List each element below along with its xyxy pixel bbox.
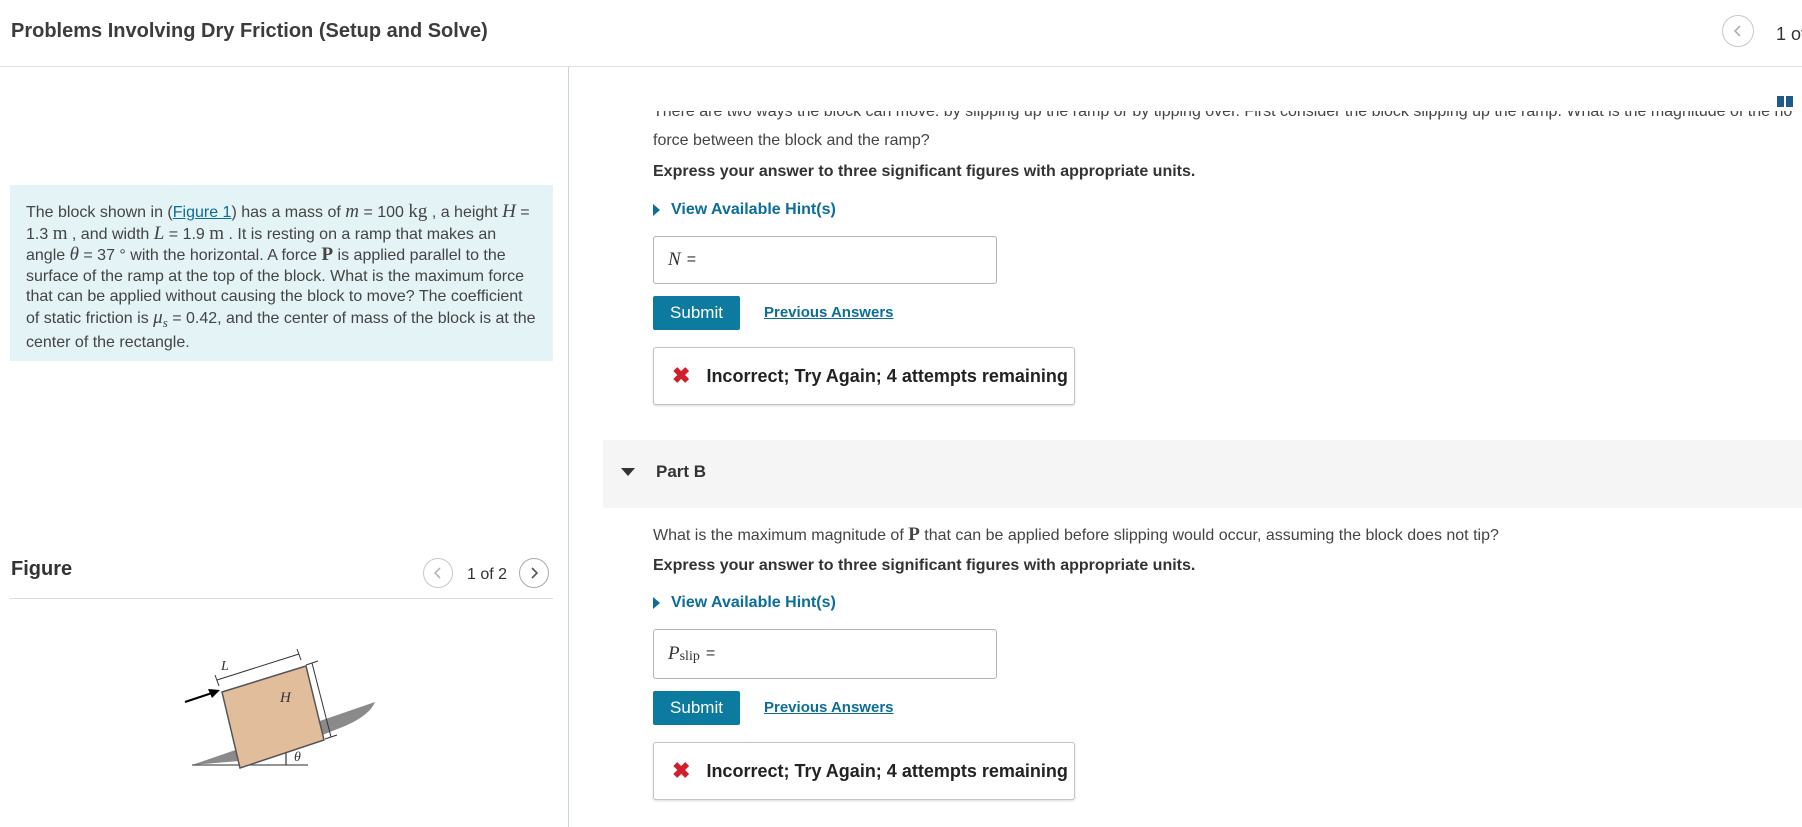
expand-triangle-icon xyxy=(653,204,660,216)
part-a-answer-input[interactable]: N = xyxy=(653,236,997,284)
problem-text: = 100 xyxy=(359,204,409,221)
input-subscript: slip xyxy=(679,649,700,664)
part-b-answer-input[interactable]: Pslip = xyxy=(653,629,997,679)
input-equals: = xyxy=(686,251,697,268)
figure-pager: 1 of 2 xyxy=(467,566,508,583)
problem-text: = 37 ° with the horizontal. A force xyxy=(78,247,322,264)
hint-label: View Available Hint(s) xyxy=(671,201,836,218)
incorrect-x-icon: ✖ xyxy=(672,758,691,783)
part-a-previous-answers-link[interactable]: Previous Answers xyxy=(764,304,894,321)
part-a-question: force between the block and the ramp? xyxy=(653,132,930,149)
problem-text: ) has a mass of xyxy=(231,204,346,221)
mass-symbol: m xyxy=(345,201,359,222)
dim-L-tick xyxy=(214,674,220,687)
hint-label: View Available Hint(s) xyxy=(671,594,836,611)
part-b-previous-answers-link[interactable]: Previous Answers xyxy=(764,699,894,716)
figure-heading: Figure xyxy=(11,558,73,580)
figure-divider xyxy=(10,598,553,599)
problem-text: , and width xyxy=(67,225,154,243)
height-symbol: H xyxy=(502,201,516,222)
part-a-feedback: ✖ Incorrect; Try Again; 4 attempts remain… xyxy=(653,347,1075,405)
problem-statement: The block shown in (Figure 1) has a mass… xyxy=(10,185,553,361)
height-unit: m xyxy=(52,222,68,244)
feedback-text: Incorrect; Try Again; 4 attempts remaini… xyxy=(706,760,1068,781)
problem-text: = 1.9 xyxy=(164,225,210,243)
mass-unit: kg xyxy=(408,201,428,222)
label-L: L xyxy=(220,659,229,674)
chevron-left-icon xyxy=(1733,25,1741,37)
part-b-header[interactable]: Part B xyxy=(603,440,1802,508)
angle-symbol: θ xyxy=(69,244,79,265)
block xyxy=(221,665,325,769)
part-b-question: What is the maximum magnitude of P that … xyxy=(653,524,1499,546)
force-arrow xyxy=(184,692,213,703)
question-text: What is the maximum magnitude of xyxy=(653,527,909,544)
part-b-instruction: Express your answer to three significant… xyxy=(653,557,1196,574)
figure-1-link[interactable]: Figure 1 xyxy=(173,204,232,221)
part-a-hints-toggle[interactable]: View Available Hint(s) xyxy=(653,201,836,219)
problem-text: , a height xyxy=(427,204,503,221)
part-a-instruction: Express your answer to three significant… xyxy=(653,163,1196,180)
page-header: Problems Involving Dry Friction (Setup a… xyxy=(0,0,1802,67)
label-H: H xyxy=(279,690,292,706)
prev-problem-button[interactable] xyxy=(1722,15,1754,47)
expand-triangle-icon xyxy=(653,597,660,609)
force-symbol: P xyxy=(908,524,920,545)
figure-prev-button[interactable] xyxy=(423,558,453,588)
part-b-submit-button[interactable]: Submit xyxy=(653,691,740,725)
question-text: that can be applied before slipping woul… xyxy=(919,527,1499,544)
label-theta: θ xyxy=(294,750,301,765)
force-symbol: P xyxy=(321,244,334,265)
width-unit: m xyxy=(209,222,225,244)
part-b-hints-toggle[interactable]: View Available Hint(s) xyxy=(653,594,836,612)
bookmark-icon[interactable] xyxy=(1777,96,1797,108)
input-symbol: N xyxy=(668,249,681,270)
part-b-feedback: ✖ Incorrect; Try Again; 4 attempts remain… xyxy=(653,742,1075,800)
problem-text: The block shown in ( xyxy=(26,204,173,221)
chevron-right-icon xyxy=(531,567,539,579)
incorrect-x-icon: ✖ xyxy=(672,363,691,388)
width-symbol: L xyxy=(153,222,165,244)
chevron-left-icon xyxy=(433,567,441,579)
part-a-submit-button[interactable]: Submit xyxy=(653,296,740,330)
mu-symbol: μ xyxy=(153,306,163,328)
part-b-title: Part B xyxy=(656,462,707,481)
problem-pager: 1 of xyxy=(1776,24,1802,44)
collapse-caret-icon xyxy=(621,468,635,476)
block-on-ramp-diagram: P L H θ xyxy=(184,648,375,769)
figure-next-button[interactable] xyxy=(519,558,549,588)
feedback-text: Incorrect; Try Again; 4 attempts remaini… xyxy=(706,365,1068,386)
page-title: Problems Involving Dry Friction (Setup a… xyxy=(11,20,488,42)
input-equals: = xyxy=(705,645,716,662)
part-a-question-cut: There are two ways the block can move: b… xyxy=(653,111,1793,120)
input-symbol: P xyxy=(668,643,680,664)
